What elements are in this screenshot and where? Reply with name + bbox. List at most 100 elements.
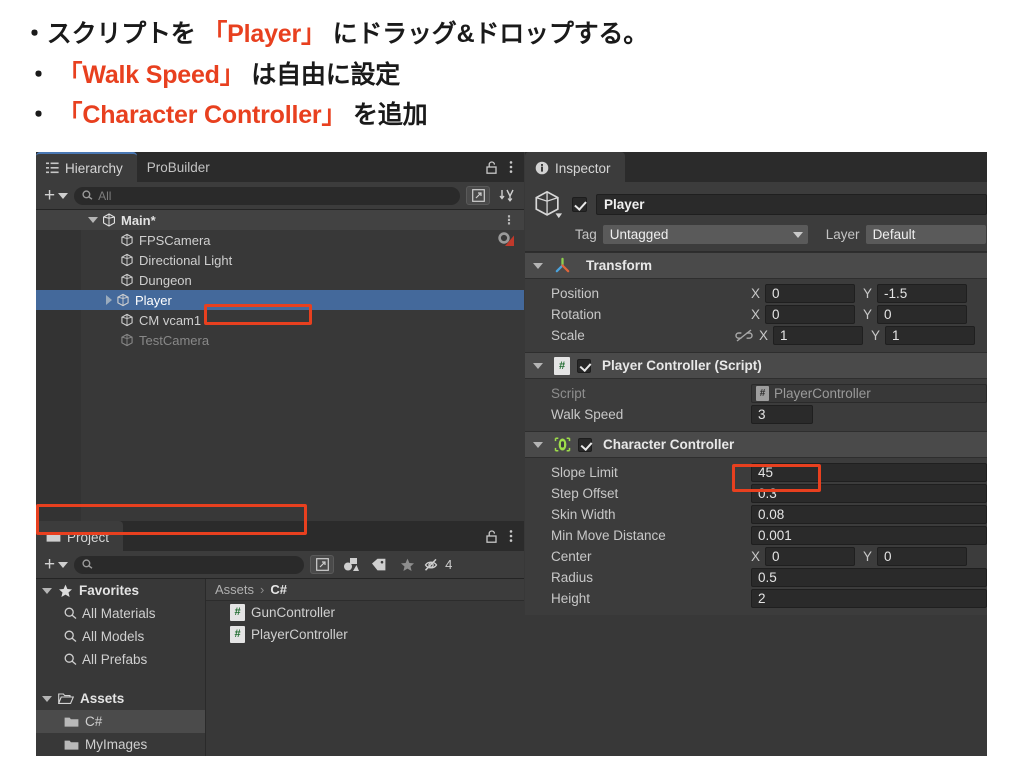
hierarchy-tree: Main* ⋮ FPSCamera Directional Light Dungeo… — [36, 210, 524, 521]
character-controller-icon — [554, 437, 571, 452]
chevron-down-icon[interactable] — [42, 695, 52, 702]
project-tree-item-all-materials[interactable]: All Materials — [36, 602, 205, 625]
component-title: Character Controller — [603, 437, 735, 452]
property-field-position-x[interactable]: 0 — [765, 284, 856, 303]
transform-axis-icon — [555, 257, 570, 273]
hierarchy-item-label: Player — [135, 292, 172, 308]
property-field-step-offset[interactable]: 0.3 — [751, 484, 987, 503]
component-header-character-controller[interactable]: Character Controller — [525, 431, 987, 458]
project-tree-item-label: MyImages — [85, 737, 148, 752]
layer-dropdown[interactable]: Default — [865, 225, 986, 244]
bullet-2-segment-2: 「Walk Speed」 — [57, 60, 245, 89]
component-title: Transform — [586, 258, 653, 273]
hierarchy-item-player[interactable]: Player — [36, 290, 524, 310]
broken-link-icon[interactable] — [735, 329, 753, 342]
axis-label-x: X — [759, 328, 769, 343]
property-field-skin-width[interactable]: 0.08 — [751, 505, 987, 524]
project-tree-item-label: All Materials — [82, 606, 156, 621]
chevron-down-icon[interactable] — [533, 362, 543, 369]
chevron-down-icon[interactable] — [88, 217, 98, 223]
hierarchy-create-button[interactable]: + — [42, 186, 69, 205]
hidden-assets-button[interactable]: 4 — [424, 555, 452, 574]
hierarchy-item-fpscamera[interactable]: FPSCamera — [36, 230, 524, 250]
property-field-slope-limit[interactable]: 45 — [751, 463, 987, 482]
chevron-down-icon — [792, 231, 803, 238]
property-field-scale-x[interactable]: 1 — [773, 326, 864, 345]
csharp-script-icon: # — [230, 603, 245, 621]
property-field-center-x[interactable]: 0 — [765, 547, 856, 566]
project-tree-item-all-prefabs[interactable]: All Prefabs — [36, 648, 205, 671]
asset-item-playercontroller[interactable]: # PlayerController — [206, 623, 524, 645]
tab-hierarchy[interactable]: Hierarchy — [36, 152, 137, 182]
gameobject-name-field[interactable]: Player — [596, 193, 987, 215]
project-tree-item-assets[interactable]: Assets — [36, 687, 205, 710]
chevron-down-icon[interactable] — [533, 262, 543, 269]
property-field-walk-speed[interactable]: 3 — [751, 405, 813, 424]
bullet-line-3: ・ 「Character Controller」 を追加 — [22, 95, 1024, 136]
component-header-player-controller-script[interactable]: # Player Controller (Script) — [525, 352, 987, 379]
tab-inspector[interactable]: Inspector — [525, 152, 625, 182]
property-field-center-y[interactable]: 0 — [877, 547, 968, 566]
project-create-button[interactable]: + — [42, 555, 69, 574]
kebab-menu-icon[interactable] — [509, 529, 513, 543]
tag-dropdown[interactable]: Untagged — [602, 225, 808, 244]
axis-label-y: Y — [863, 549, 873, 564]
breadcrumb-root[interactable]: Assets — [215, 582, 254, 597]
project-tree-item-myimages[interactable]: MyImages — [36, 733, 205, 756]
open-in-window-icon[interactable] — [466, 186, 490, 205]
property-label: Radius — [551, 570, 594, 585]
property-label: Step Offset — [551, 486, 619, 501]
property-field-position-y[interactable]: -1.5 — [877, 284, 968, 303]
project-search-input[interactable] — [74, 555, 305, 574]
property-row-slope-limit: Slope Limit 45 — [525, 462, 987, 483]
kebab-menu-icon[interactable] — [509, 160, 513, 174]
prefab-gear-icon[interactable] — [498, 232, 516, 248]
property-field-rotation-x[interactable]: 0 — [765, 305, 856, 324]
axis-label-x: X — [751, 307, 761, 322]
tab-probuilder[interactable]: ProBuilder — [137, 152, 224, 182]
lock-open-icon[interactable] — [486, 529, 497, 543]
asset-type-filter-icon[interactable] — [340, 555, 362, 574]
property-field-height[interactable]: 2 — [751, 589, 987, 608]
project-tree-item-c-[interactable]: C# — [36, 710, 205, 733]
project-tree-item-all-models[interactable]: All Models — [36, 625, 205, 648]
hierarchy-item-dungeon[interactable]: Dungeon — [36, 270, 524, 290]
property-field-min-move-distance[interactable]: 0.001 — [751, 526, 987, 545]
kebab-menu-icon[interactable]: ⋮ — [503, 213, 524, 227]
property-value: 45 — [758, 465, 774, 480]
component-enabled-checkbox[interactable] — [577, 358, 591, 373]
chevron-right-icon[interactable] — [106, 295, 112, 305]
tab-hierarchy-label: Hierarchy — [65, 160, 123, 176]
asset-list: # GunController # PlayerController — [206, 601, 524, 645]
alphabetical-sort-icon[interactable] — [496, 186, 518, 205]
property-value: 1 — [892, 328, 900, 343]
star-icon[interactable] — [396, 555, 418, 574]
component-header-transform[interactable]: Transform — [525, 252, 987, 279]
open-in-window-icon[interactable] — [310, 555, 335, 574]
gameobject-enabled-checkbox[interactable] — [572, 196, 587, 212]
lock-open-icon[interactable] — [486, 160, 497, 174]
chevron-down-icon[interactable] — [533, 441, 543, 448]
hierarchy-search-input[interactable]: All — [74, 186, 460, 205]
property-field-script[interactable]: # PlayerController — [751, 384, 987, 403]
breadcrumb-separator: › — [260, 582, 265, 597]
info-icon — [535, 161, 549, 175]
chevron-down-icon[interactable] — [42, 587, 52, 594]
hierarchy-item-directional-light[interactable]: Directional Light — [36, 250, 524, 270]
component-properties-character-controller: Slope Limit 45 Step Offset 0.3 Skin Width 0.0… — [525, 458, 987, 615]
gameobject-cube-icon — [121, 233, 133, 247]
hierarchy-scene-row[interactable]: Main* ⋮ — [36, 210, 524, 230]
hierarchy-item-testcamera[interactable]: TestCamera — [36, 330, 524, 350]
project-tree-item-favorites[interactable]: Favorites — [36, 579, 205, 602]
component-enabled-checkbox[interactable] — [578, 437, 592, 452]
property-field-radius[interactable]: 0.5 — [751, 568, 987, 587]
gameobject-cube-icon[interactable] — [533, 189, 563, 219]
property-field-rotation-y[interactable]: 0 — [877, 305, 968, 324]
asset-item-guncontroller[interactable]: # GunController — [206, 601, 524, 623]
tab-project[interactable]: Project — [36, 521, 124, 551]
bullet-line-2: ・ 「Walk Speed」 は自由に設定 — [22, 55, 1024, 96]
hierarchy-item-cm-vcam1[interactable]: CM vcam1 — [36, 310, 524, 330]
unity-scene-icon — [103, 213, 115, 227]
property-field-scale-y[interactable]: 1 — [885, 326, 976, 345]
label-filter-icon[interactable] — [368, 555, 390, 574]
